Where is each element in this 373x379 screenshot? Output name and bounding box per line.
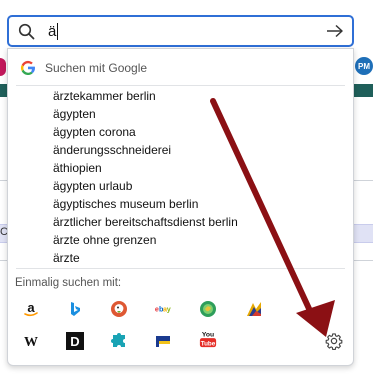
one-off-search-label: Einmalig suchen mit: bbox=[15, 277, 122, 289]
suggestion-item[interactable]: änderungsschneiderei bbox=[8, 141, 353, 159]
wikipedia-icon[interactable]: W bbox=[22, 332, 40, 350]
svg-text:y: y bbox=[167, 305, 171, 314]
suggestion-item[interactable]: ärztlicher bereitschaftsdienst berlin bbox=[8, 213, 353, 231]
suggestion-item[interactable]: ägypten corona bbox=[8, 123, 353, 141]
search-input[interactable]: ä bbox=[7, 15, 354, 47]
search-query-text: ä bbox=[48, 22, 57, 40]
text-caret bbox=[57, 22, 59, 40]
suggestion-item[interactable]: ärzte bbox=[8, 249, 353, 267]
suggestion-list: ärztekammer berlin ägypten ägypten coron… bbox=[8, 87, 353, 267]
suggestion-item[interactable]: ärztekammer berlin bbox=[8, 87, 353, 105]
search-suggestions-dropdown: Suchen mit Google ärztekammer berlin ägy… bbox=[7, 48, 354, 366]
youtube-icon[interactable]: You Tube bbox=[199, 330, 217, 348]
svg-text:a: a bbox=[27, 300, 35, 315]
dropdown-divider bbox=[16, 268, 345, 269]
puzzle-icon[interactable] bbox=[110, 332, 128, 350]
amazon-icon[interactable]: a bbox=[22, 300, 40, 318]
dict-icon[interactable]: D bbox=[66, 332, 84, 350]
svg-text:W: W bbox=[24, 335, 38, 350]
suggestion-item[interactable]: ärzte ohne grenzen bbox=[8, 231, 353, 249]
background-pm-badge: PM bbox=[355, 57, 373, 75]
ecosia-icon[interactable] bbox=[199, 300, 217, 318]
search-icon bbox=[16, 21, 36, 41]
duckduckgo-icon[interactable] bbox=[110, 300, 128, 318]
arrow-right-icon[interactable] bbox=[324, 20, 346, 42]
suggestion-item[interactable]: äthiopien bbox=[8, 159, 353, 177]
svg-text:D: D bbox=[70, 334, 79, 349]
suggestion-item[interactable]: ägypten urlaub bbox=[8, 177, 353, 195]
background-tab-icon bbox=[0, 58, 6, 76]
background-pm-badge-label: PM bbox=[358, 61, 370, 71]
ebay-icon[interactable]: e b a y bbox=[154, 300, 172, 318]
search-with-google-row[interactable]: Suchen mit Google bbox=[8, 55, 353, 81]
svg-text:You: You bbox=[202, 331, 214, 338]
search-with-google-label: Suchen mit Google bbox=[45, 61, 148, 75]
gear-icon[interactable] bbox=[324, 331, 344, 351]
dropdown-divider bbox=[16, 85, 345, 86]
google-g-icon bbox=[20, 60, 36, 76]
suggestion-item[interactable]: ägyptisches museum berlin bbox=[8, 195, 353, 213]
bing-icon[interactable] bbox=[66, 300, 84, 318]
svg-text:Tube: Tube bbox=[201, 340, 216, 347]
suggestion-item[interactable]: ägypten bbox=[8, 105, 353, 123]
screenshot-viewport: PM C ä Suchen mit Google ärztekammer ber… bbox=[0, 0, 373, 379]
flag-icon[interactable] bbox=[154, 332, 172, 350]
leo-icon[interactable] bbox=[245, 300, 263, 318]
search-query[interactable]: ä bbox=[48, 22, 324, 40]
